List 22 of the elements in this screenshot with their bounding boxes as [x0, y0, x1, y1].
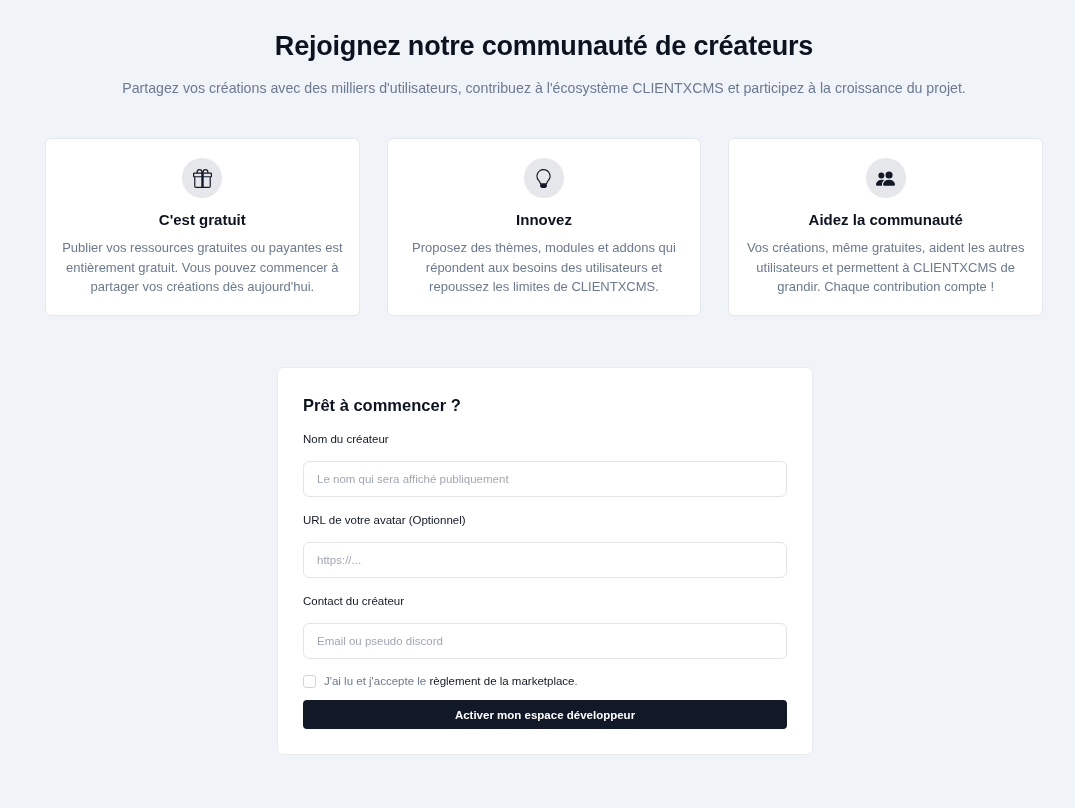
feature-title: C'est gratuit	[158, 210, 246, 230]
field-label: Nom du créateur	[303, 432, 389, 447]
field-label: Contact du créateur	[303, 594, 404, 609]
feature-description: Publier vos ressources gratuites ou payantes est entièrement gratuit. Vous pouvez commencer à partager vos créations dès aujourd'hui.	[61, 239, 344, 296]
input-field[interactable]: https://...	[303, 542, 787, 578]
field-label: URL de votre avatar (Optionnel)	[303, 513, 466, 528]
input-field[interactable]: Le nom qui sera affiché publiquement	[303, 461, 787, 497]
feature-description: Vos créations, même gratuites, aident les autres utilisateurs et permettent à CLIENTXCMS de grandir. Chaque contribution compte !	[745, 239, 1026, 296]
form-title: Prêt à commencer ?	[303, 395, 461, 416]
lightbulb-icon	[524, 158, 564, 198]
feature-title: Innovez	[516, 210, 572, 230]
feature-description: Proposez des thèmes, modules et addons qui répondent aux besoins des utilisateurs et repoussez les limites de CLIENTXCMS.	[411, 239, 677, 296]
feature-title: Aidez la communauté	[808, 210, 963, 230]
agreement-checkbox[interactable]	[303, 674, 316, 688]
activate-button[interactable]: Activer mon espace développeur	[303, 700, 787, 729]
people-icon	[865, 158, 906, 198]
page-title: Rejoignez notre communauté de créateurs	[274, 30, 814, 63]
rules-link[interactable]: règlement de la marketplace	[429, 675, 575, 687]
agreement-text: J'ai lu et j'accepte le règlement de la marketplace.	[324, 674, 578, 689]
page-subtitle: Partagez vos créations avec des milliers d'utilisateurs, contribuez à l'écosystème CLIENTXCMS et participez à la croissance du projet.	[122, 79, 966, 98]
input-field[interactable]: Email ou pseudo discord	[303, 623, 787, 659]
gift-icon	[182, 158, 223, 198]
